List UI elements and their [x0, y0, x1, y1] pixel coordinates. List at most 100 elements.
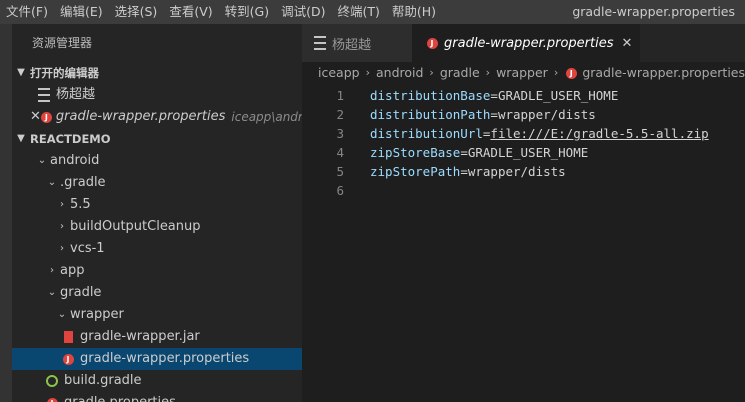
- properties-file-icon: J: [564, 67, 578, 79]
- tree-label: gradle.properties: [64, 392, 176, 402]
- open-editors-label: 打开的编辑器: [30, 66, 99, 80]
- line-number: 6: [336, 183, 344, 198]
- editor-icon: [38, 88, 50, 102]
- explorer-sidebar: 资源管理器 ▼ 打开的编辑器 杨超越 ✕ J gradle-wrapper.pr…: [12, 24, 302, 402]
- tree-item-app[interactable]: › app: [12, 260, 302, 282]
- menu-go[interactable]: 转到(G): [219, 0, 275, 24]
- tree-item-5-5[interactable]: › 5.5: [12, 194, 302, 216]
- property-value: GRADLE_USER_HOME: [497, 88, 619, 103]
- chevron-right-icon: ›: [60, 199, 64, 210]
- property-value: wrapper/dists: [497, 107, 596, 122]
- tree-item-android[interactable]: ⌄ android: [12, 150, 302, 172]
- equals-sign: =: [460, 145, 468, 160]
- code-line: 2 distributionPath = wrapper/dists: [302, 105, 745, 124]
- tab-label: 杨超越: [332, 37, 372, 53]
- tree-item-gradle[interactable]: ⌄ gradle: [12, 282, 302, 304]
- code-editor[interactable]: 1 distributionBase = GRADLE_USER_HOME 2 di…: [302, 86, 745, 200]
- jar-file-icon: [60, 331, 76, 343]
- chevron-right-icon: ›: [485, 66, 491, 79]
- menu-view[interactable]: 查看(V): [163, 0, 218, 24]
- tree-label: android: [50, 153, 100, 168]
- menu-terminal[interactable]: 终端(T): [331, 0, 385, 24]
- tree-label: gradle: [60, 285, 102, 300]
- property-value-link[interactable]: file:///E:/gradle-5.5-all.zip: [490, 124, 708, 143]
- equals-sign: =: [490, 88, 498, 103]
- menu-selection[interactable]: 选择(S): [109, 0, 164, 24]
- window-title: gradle-wrapper.properties: [572, 4, 735, 19]
- breadcrumb-item[interactable]: gradle-wrapper.properties: [582, 62, 745, 84]
- line-number: 1: [336, 88, 344, 103]
- tree-item-wrapper[interactable]: ⌄ wrapper: [12, 304, 302, 326]
- chevron-right-icon: ›: [553, 66, 559, 79]
- project-header[interactable]: ▼ REACTDEMO: [12, 128, 302, 150]
- open-editor-path: iceapp\androi...: [231, 110, 302, 124]
- open-editors-header[interactable]: ▼ 打开的编辑器: [12, 62, 302, 84]
- tree-label: buildOutputCleanup: [70, 219, 201, 234]
- equals-sign: =: [460, 164, 468, 179]
- menu-debug[interactable]: 调试(D): [275, 0, 331, 24]
- properties-file-icon: J: [424, 37, 440, 49]
- tree-label: build.gradle: [64, 373, 142, 388]
- tree-label: gradle-wrapper.jar: [80, 329, 200, 344]
- editor-icon: [314, 36, 326, 50]
- open-editor-item[interactable]: 杨超越: [12, 84, 302, 106]
- property-key: distributionBase: [370, 88, 491, 103]
- chevron-right-icon: ›: [60, 221, 64, 232]
- chevron-down-icon: ⌄: [47, 177, 57, 188]
- title-bar: 文件(F) 编辑(E) 选择(S) 查看(V) 转到(G) 调试(D) 终端(T…: [0, 0, 745, 24]
- properties-file-icon: J: [40, 111, 52, 123]
- code-line: 4 zipStoreBase = GRADLE_USER_HOME: [302, 143, 745, 162]
- code-line: 1 distributionBase = GRADLE_USER_HOME: [302, 86, 745, 105]
- project-label: REACTDEMO: [30, 132, 111, 146]
- editor-area: 杨超越 J gradle-wrapper.properties ✕ iceapp…: [302, 24, 745, 402]
- tree-item-buildoutputcleanup[interactable]: › buildOutputCleanup: [12, 216, 302, 238]
- line-number: 3: [336, 126, 344, 141]
- tree-item-dotgradle[interactable]: ⌄ .gradle: [12, 172, 302, 194]
- code-line: 3 distributionUrl = file:///E:/gradle-5.5-…: [302, 124, 745, 143]
- tree-item-vcs-1[interactable]: › vcs-1: [12, 238, 302, 260]
- tree-label: gradle-wrapper.properties: [80, 351, 250, 366]
- tree-item-gradle-wrapper-jar[interactable]: gradle-wrapper.jar: [12, 326, 302, 348]
- property-key: zipStoreBase: [370, 145, 461, 160]
- open-editor-item-active[interactable]: ✕ J gradle-wrapper.properties iceapp\and…: [12, 106, 302, 128]
- tree-label: wrapper: [70, 307, 124, 322]
- menu-edit[interactable]: 编辑(E): [54, 0, 109, 24]
- gradle-file-icon: [44, 375, 60, 387]
- breadcrumb-item[interactable]: wrapper: [496, 62, 548, 84]
- chevron-down-icon: ⌄: [57, 309, 67, 320]
- property-value: wrapper/dists: [467, 164, 566, 179]
- line-number: 2: [336, 107, 344, 122]
- chevron-down-icon: ▼: [17, 133, 25, 144]
- chevron-down-icon: ⌄: [47, 287, 57, 298]
- tab-label: gradle-wrapper.properties: [444, 35, 614, 51]
- close-icon[interactable]: ✕: [30, 106, 41, 128]
- tree-item-build-gradle[interactable]: build.gradle: [12, 370, 302, 392]
- breadcrumb-item[interactable]: gradle: [440, 62, 480, 84]
- equals-sign: =: [482, 126, 491, 141]
- properties-file-icon: J: [44, 397, 60, 402]
- chevron-right-icon: ›: [365, 66, 370, 79]
- tab-yangchaoyue[interactable]: 杨超越: [302, 24, 412, 62]
- tab-gradle-wrapper-properties[interactable]: J gradle-wrapper.properties ✕: [412, 24, 641, 62]
- close-icon[interactable]: ✕: [621, 36, 632, 51]
- line-number: 5: [336, 164, 344, 179]
- chevron-down-icon: ⌄: [37, 155, 47, 166]
- menu-bar: 文件(F) 编辑(E) 选择(S) 查看(V) 转到(G) 调试(D) 终端(T…: [0, 0, 442, 24]
- menu-help[interactable]: 帮助(H): [386, 0, 442, 24]
- tree-item-gradle-properties[interactable]: J gradle.properties: [12, 392, 302, 402]
- property-key: distributionPath: [370, 107, 491, 122]
- properties-file-icon: J: [60, 353, 76, 365]
- breadcrumb-item[interactable]: iceapp: [318, 62, 360, 84]
- tree-item-gradle-wrapper-properties[interactable]: J gradle-wrapper.properties: [12, 348, 302, 370]
- tab-bar: 杨超越 J gradle-wrapper.properties ✕: [302, 24, 745, 62]
- menu-file[interactable]: 文件(F): [0, 0, 54, 24]
- explorer-title: 资源管理器: [32, 36, 93, 50]
- open-editor-label: gradle-wrapper.properties: [55, 109, 226, 124]
- open-editor-label: 杨超越: [56, 87, 96, 102]
- breadcrumb-item[interactable]: android: [376, 62, 423, 84]
- property-value: GRADLE_USER_HOME: [467, 145, 589, 160]
- equals-sign: =: [490, 107, 498, 122]
- line-number: 4: [336, 145, 344, 160]
- breadcrumb: iceapp › android › gradle › wrapper › J …: [302, 62, 745, 84]
- chevron-right-icon: ›: [429, 66, 434, 79]
